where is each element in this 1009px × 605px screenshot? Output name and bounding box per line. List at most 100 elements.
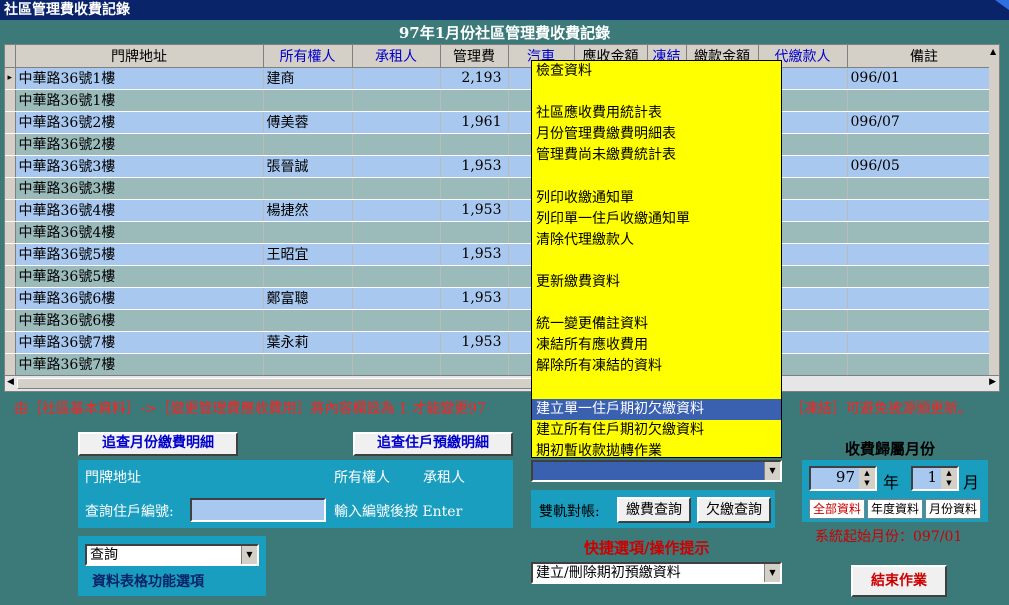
row-selector[interactable] (5, 309, 16, 332)
household-id-input[interactable] (190, 498, 326, 522)
spinner-arrows-icon[interactable]: ▲ ▼ (941, 468, 957, 489)
table-row[interactable]: 中華路36號7樓 (5, 353, 999, 376)
year-data-button[interactable]: 年度資料 (867, 499, 923, 519)
cell-owner[interactable] (263, 309, 353, 332)
cell-empty[interactable] (352, 353, 441, 376)
cell-addr[interactable]: 中華路36號2樓 (15, 111, 264, 134)
table-row[interactable]: 中華路36號4樓 (5, 221, 999, 244)
table-row[interactable]: 中華路36號6樓 (5, 309, 999, 332)
menu-item[interactable]: 清除代理繳款人 (532, 230, 781, 251)
chevron-down-icon[interactable]: ▼ (764, 462, 780, 480)
menu-item[interactable]: 建立所有住戶期初欠繳資料 (532, 420, 781, 441)
cell-fee[interactable] (440, 89, 509, 112)
cell-note[interactable] (847, 309, 999, 332)
column-header[interactable]: 門牌地址 (15, 45, 264, 68)
spinner-arrows-icon[interactable]: ▲ ▼ (859, 468, 875, 489)
cell-note[interactable] (847, 133, 999, 156)
cell-empty[interactable] (352, 287, 441, 310)
arrears-query-button[interactable]: 欠繳查詢 (697, 497, 771, 523)
row-selector[interactable] (5, 265, 16, 288)
cell-empty[interactable] (352, 177, 441, 200)
cell-fee[interactable] (440, 221, 509, 244)
menu-item[interactable]: 社區應收費用統計表 (532, 103, 781, 124)
cell-note[interactable] (847, 199, 999, 222)
cell-note[interactable] (847, 353, 999, 376)
menu-item[interactable]: 凍結所有應收費用 (532, 335, 781, 356)
cell-fee[interactable]: 1,953 (440, 155, 509, 178)
month-data-button[interactable]: 月份資料 (925, 499, 981, 519)
cell-fee[interactable]: 1,961 (440, 111, 509, 134)
cell-fee[interactable]: 2,193 (440, 67, 509, 90)
scroll-up-arrow-icon[interactable]: ▲ (990, 47, 996, 56)
cell-fee[interactable] (440, 133, 509, 156)
cell-owner[interactable]: 張晉誠 (263, 155, 353, 178)
end-button[interactable]: 結束作業 (851, 565, 947, 597)
row-selector[interactable] (5, 331, 16, 354)
row-selector[interactable] (5, 133, 16, 156)
cell-owner[interactable] (263, 133, 353, 156)
month-spinner[interactable]: 1 ▲ ▼ (911, 466, 959, 491)
column-header[interactable]: 備註 (847, 45, 999, 68)
cell-empty[interactable] (352, 265, 441, 288)
cell-empty[interactable] (352, 89, 441, 112)
cell-addr[interactable]: 中華路36號1樓 (15, 67, 264, 90)
scroll-left-arrow-icon[interactable]: ◀ (7, 377, 14, 387)
menu-item[interactable]: 更新繳費資料 (532, 272, 781, 293)
menu-item[interactable]: 列印收繳通知單 (532, 188, 781, 209)
fee-records-grid[interactable]: 門牌地址 所有權人 承租人 管理費 汽車 應收金額 凍結 繳款金額 代繳款人 備註 ▸ 中華路36號… (4, 44, 1000, 392)
cell-empty[interactable] (352, 133, 441, 156)
cell-empty[interactable] (352, 111, 441, 134)
row-selector[interactable] (5, 243, 16, 266)
cell-owner[interactable]: 建商 (263, 67, 353, 90)
cell-addr[interactable]: 中華路36號6樓 (15, 309, 264, 332)
cell-owner[interactable] (263, 221, 353, 244)
cell-addr[interactable]: 中華路36號5樓 (15, 265, 264, 288)
row-selector[interactable] (5, 89, 16, 112)
table-row[interactable]: ▸中華路36號1樓建商2,193商096/01 (5, 67, 999, 90)
cell-owner[interactable]: 王昭宜 (263, 243, 353, 266)
table-row[interactable]: 中華路36號4樓 楊捷然 1,953 (5, 199, 999, 222)
cell-addr[interactable]: 中華路36號2樓 (15, 133, 264, 156)
row-selector[interactable] (5, 199, 16, 222)
cell-empty[interactable] (352, 199, 441, 222)
cell-fee[interactable]: 1,953 (440, 287, 509, 310)
menu-select-combo[interactable]: ▼ (531, 460, 782, 482)
cell-owner[interactable] (263, 353, 353, 376)
cell-owner[interactable] (263, 177, 353, 200)
chevron-down-icon[interactable]: ▼ (241, 546, 257, 564)
row-selector[interactable] (5, 287, 16, 310)
cell-addr[interactable]: 中華路36號7樓 (15, 353, 264, 376)
cell-addr[interactable]: 中華路36號3樓 (15, 155, 264, 178)
table-row[interactable]: 中華路36號5樓 (5, 265, 999, 288)
cell-empty[interactable] (352, 221, 441, 244)
row-selector[interactable]: ▸ (5, 67, 16, 90)
cell-note[interactable]: 096/05 (847, 155, 999, 178)
menu-item[interactable]: 月份管理費繳費明細表 (532, 124, 781, 145)
cell-owner[interactable] (263, 265, 353, 288)
cell-addr[interactable]: 中華路36號5樓 (15, 243, 264, 266)
fee-query-button[interactable]: 繳費查詢 (617, 497, 691, 523)
menu-item[interactable]: 解除所有凍結的資料 (532, 356, 781, 377)
column-header[interactable]: 管理費 (440, 45, 509, 68)
cell-note[interactable]: 096/07 (847, 111, 999, 134)
table-row[interactable]: 中華路36號3樓 張晉誠 1,953 096/05 (5, 155, 999, 178)
cell-owner[interactable]: 楊捷然 (263, 199, 353, 222)
cell-note[interactable] (847, 177, 999, 200)
menu-item[interactable]: 統一變更備註資料 (532, 314, 781, 335)
cell-addr[interactable]: 中華路36號6樓 (15, 287, 264, 310)
cell-empty[interactable] (352, 331, 441, 354)
cell-fee[interactable] (440, 309, 509, 332)
table-row[interactable]: 中華路36號1樓 (5, 89, 999, 112)
row-selector[interactable] (5, 353, 16, 376)
table-row[interactable]: 中華路36號5樓 王昭宜 1,953 (5, 243, 999, 266)
cell-addr[interactable]: 中華路36號1樓 (15, 89, 264, 112)
cell-owner[interactable] (263, 89, 353, 112)
cell-fee[interactable] (440, 177, 509, 200)
all-data-button[interactable]: 全部資料 (809, 499, 865, 519)
cell-note[interactable]: 096/01 (847, 67, 999, 90)
cell-note[interactable] (847, 243, 999, 266)
cell-fee[interactable] (440, 265, 509, 288)
scroll-thumb[interactable] (17, 378, 537, 389)
table-row[interactable]: 中華路36號7樓 葉永莉 1,953 (5, 331, 999, 354)
cell-owner[interactable]: 葉永莉 (263, 331, 353, 354)
